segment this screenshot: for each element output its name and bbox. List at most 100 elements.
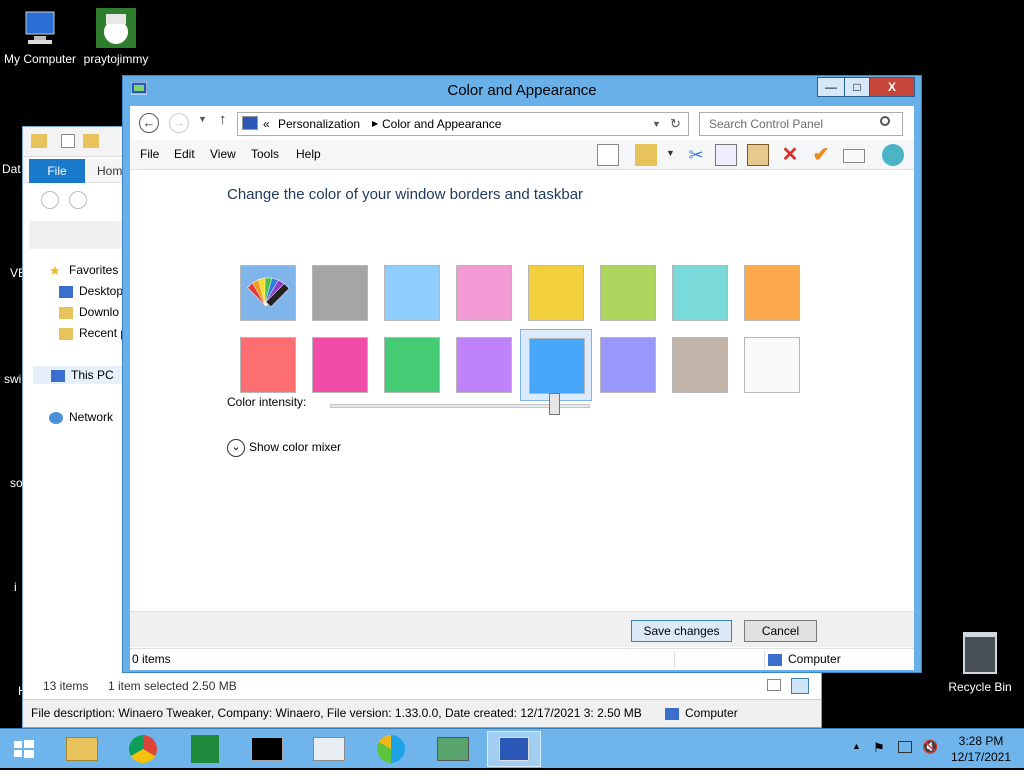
color-swatch[interactable] [448,257,520,329]
swatch-fill [529,338,585,394]
menu-edit[interactable]: Edit [174,140,195,168]
cut-icon[interactable]: ✂ [685,144,707,166]
sidebar-item-desktop[interactable]: Desktop [59,282,123,300]
maximize-button[interactable]: □ [844,77,870,97]
views-dropdown-icon[interactable]: ▼ [666,148,675,158]
color-swatch[interactable] [520,257,592,329]
tab-file[interactable]: File [29,159,85,183]
forward-icon[interactable] [69,191,87,209]
show-hidden-icons-icon[interactable]: ▲ [852,741,861,751]
color-swatch[interactable] [736,329,808,401]
delete-icon[interactable]: ✕ [779,144,801,166]
large-icons-view-icon[interactable] [791,678,809,694]
intensity-slider-thumb[interactable] [548,393,560,415]
address-bar[interactable]: « Personalization ▶ Color and Appearance… [237,112,689,136]
breadcrumb-personalization[interactable]: Personalization [278,113,360,135]
menu-view[interactable]: View [210,140,236,168]
color-swatch[interactable] [376,329,448,401]
show-color-mixer-toggle[interactable]: ⌄ Show color mixer [227,437,341,457]
taskbar-image-viewer[interactable] [426,731,480,767]
rename-icon[interactable] [843,149,865,163]
volume-muted-icon[interactable]: 🔇 [922,739,938,755]
taskbar-stock-app[interactable] [178,731,232,767]
sidebar-item-downloads[interactable]: Downlo [59,303,119,321]
page-heading: Change the color of your window borders … [227,186,584,203]
save-changes-button[interactable]: Save changes [631,620,732,642]
back-button[interactable]: ← [139,113,159,133]
color-swatch[interactable] [304,257,376,329]
window-title: Color and Appearance [447,82,597,99]
monitor-icon [313,737,345,761]
taskbar-chrome[interactable] [116,731,170,767]
color-swatch[interactable] [592,257,664,329]
color-swatch[interactable] [232,257,304,329]
start-button[interactable] [2,731,46,767]
color-swatch[interactable] [520,329,592,401]
menu-help[interactable]: Help [296,140,321,168]
partial-desktop-label: i [14,580,17,594]
address-dropdown-icon[interactable]: ▼ [652,113,661,135]
color-swatch[interactable] [304,329,376,401]
sidebar-item-network[interactable]: Network [49,408,113,426]
properties-icon[interactable] [61,134,75,148]
chart-icon [191,735,219,763]
folder-icon[interactable] [31,134,47,148]
recent-pages-dropdown-icon[interactable]: ▼ [198,114,207,124]
breadcrumb-color-appearance[interactable]: Color and Appearance [382,113,501,135]
color-swatch[interactable] [376,257,448,329]
details-view-icon[interactable] [767,679,781,691]
new-folder-icon[interactable] [83,134,99,148]
taskbar-command-prompt[interactable] [240,731,294,767]
forward-button[interactable]: → [169,113,189,133]
tab-home[interactable]: Hom [97,159,122,183]
refresh-icon[interactable]: ↻ [670,113,681,135]
desktop-icon-praytojimmy[interactable]: praytojimmy [76,8,156,66]
flag-icon[interactable]: ⚑ [873,740,885,756]
color-appearance-window[interactable]: Color and Appearance — □ X ← → ▼ ↑ « Per… [122,75,922,673]
color-swatch[interactable] [664,257,736,329]
folder-options-icon[interactable] [635,144,657,166]
copy-icon[interactable] [715,144,737,166]
sidebar-item-recent[interactable]: Recent p [59,324,127,342]
back-icon[interactable] [41,191,59,209]
status-divider [674,651,675,669]
item-count: 0 items [132,652,171,666]
title-bar[interactable]: Color and Appearance — □ X [123,76,921,106]
sidebar-item-this-pc[interactable]: This PC [33,366,123,384]
explorer-address[interactable] [29,221,123,249]
taskbar-file-explorer[interactable] [55,731,109,767]
desktop-icon-recycle-bin[interactable]: Recycle Bin [940,632,1020,694]
minimize-button[interactable]: — [817,77,845,97]
preview-pane-icon[interactable] [597,144,619,166]
taskbar-edge[interactable] [364,731,418,767]
color-swatch[interactable] [232,329,304,401]
taskbar-control-panel[interactable] [487,731,541,767]
breadcrumb-separator-icon[interactable]: ▶ [372,113,378,135]
desktop-icon-my-computer[interactable]: My Computer [0,8,80,66]
color-swatch[interactable] [592,329,664,401]
paste-icon[interactable] [747,144,769,166]
checkmark-icon[interactable]: ✔ [810,144,832,166]
color-swatch[interactable] [664,329,736,401]
color-swatch[interactable] [736,257,808,329]
taskbar-clock[interactable]: 3:28 PM 12/17/2021 [946,733,1016,765]
edge-icon [377,735,405,763]
network-icon[interactable] [898,741,912,753]
search-icon[interactable] [880,116,890,126]
desktop-icon-label: praytojimmy [83,52,149,66]
desktop-icon-label: My Computer [3,52,77,66]
menu-tools[interactable]: Tools [251,140,279,168]
control-panel-icon [242,116,258,130]
close-button[interactable]: X [869,77,915,97]
search-input[interactable]: Search Control Panel [699,112,903,136]
breadcrumb-overflow[interactable]: « [263,113,270,135]
clock-time: 3:28 PM [958,734,1004,748]
computer-icon [665,707,679,720]
cancel-button[interactable]: Cancel [744,620,817,642]
sidebar-item-favorites[interactable]: ★ Favorites [49,261,118,279]
shell-icon[interactable] [882,144,904,166]
up-arrow-icon[interactable]: ↑ [219,111,227,128]
color-swatch[interactable] [448,329,520,401]
menu-file[interactable]: File [140,140,159,168]
taskbar-performance-monitor[interactable] [302,731,356,767]
